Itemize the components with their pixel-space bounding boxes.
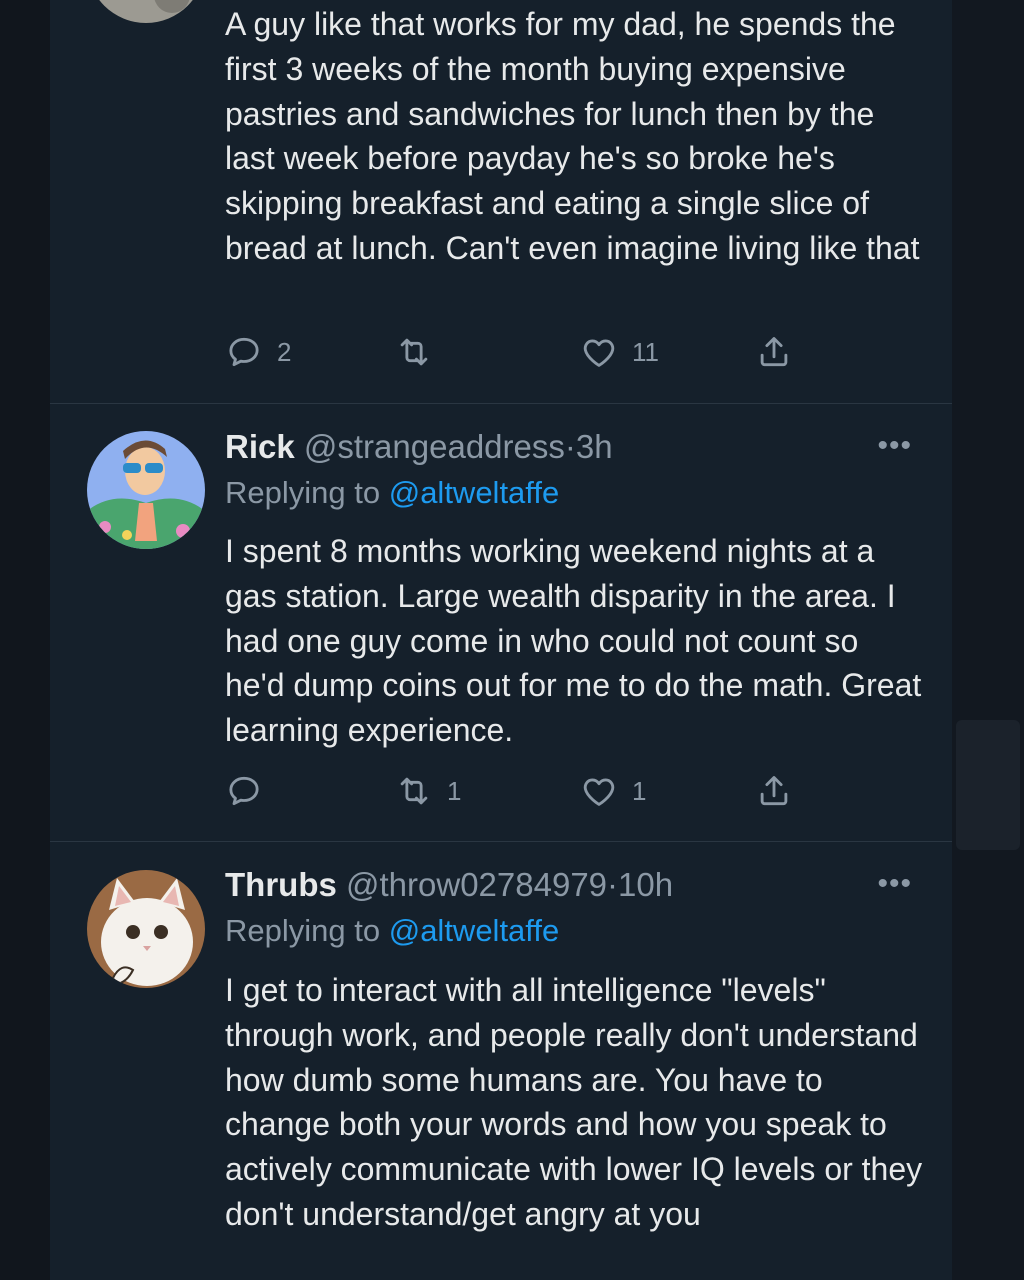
- author-handle[interactable]: @strangeaddress: [304, 428, 565, 465]
- replying-prefix: Replying to: [225, 913, 389, 948]
- share-button[interactable]: [755, 330, 793, 374]
- separator-dot: ·: [564, 428, 576, 465]
- tweet-item[interactable]: A guy like that works for my dad, he spe…: [50, 0, 952, 404]
- tweet-feed: A guy like that works for my dad, he spe…: [50, 0, 952, 1280]
- background-card: [956, 720, 1020, 850]
- replying-prefix: Replying to: [225, 475, 389, 510]
- heart-icon: [583, 339, 615, 367]
- like-button[interactable]: 1: [580, 769, 646, 813]
- retweet-button[interactable]: [395, 330, 447, 374]
- tweet-text: I spent 8 months working weekend nights …: [225, 533, 922, 749]
- ellipsis-icon[interactable]: •••: [877, 869, 912, 899]
- like-count: 11: [632, 336, 659, 367]
- avatar-image: [87, 431, 205, 549]
- background-right-panel: [952, 0, 1024, 1280]
- tweet-time[interactable]: 10h: [618, 866, 673, 903]
- mention-link[interactable]: @altweltaffe: [389, 475, 560, 510]
- share-upload-icon: [760, 337, 788, 367]
- retweet-button[interactable]: 1: [395, 769, 461, 813]
- retweet-count: 1: [447, 775, 462, 806]
- tweet-actions: 2 11: [225, 330, 825, 374]
- tweet-item[interactable]: Thrubs @throw02784979·10h ••• Replying t…: [50, 841, 952, 1280]
- tweet-time[interactable]: 3h: [576, 428, 613, 465]
- retweet-arrows-icon: [400, 338, 428, 366]
- replying-to: Replying to @altweltaffe: [225, 911, 559, 951]
- avatar-image: [87, 0, 205, 23]
- speech-bubble-icon: [229, 776, 259, 806]
- reply-count: 2: [277, 336, 292, 367]
- tweet-actions: 1 1: [225, 769, 825, 813]
- tweet-item[interactable]: Rick @strangeaddress·3h ••• Replying to …: [50, 403, 952, 842]
- like-count: 1: [632, 775, 647, 806]
- tweet-header: Rick @strangeaddress·3h: [225, 427, 613, 467]
- avatar-image: [87, 870, 205, 988]
- share-upload-icon: [760, 776, 788, 806]
- tweet-header: Thrubs @throw02784979·10h: [225, 865, 673, 905]
- retweet-arrows-icon: [400, 777, 428, 805]
- avatar[interactable]: [87, 0, 205, 23]
- tweet-text: A guy like that works for my dad, he spe…: [225, 6, 920, 266]
- heart-icon: [583, 778, 615, 806]
- ellipsis-icon[interactable]: •••: [877, 431, 912, 461]
- avatar[interactable]: [87, 870, 205, 988]
- author-name[interactable]: Rick: [225, 428, 295, 465]
- tweet-text: I get to interact with all intelligence …: [225, 972, 923, 1232]
- avatar[interactable]: [87, 431, 205, 549]
- author-name[interactable]: Thrubs: [225, 866, 337, 903]
- author-handle[interactable]: @throw02784979: [346, 866, 607, 903]
- share-button[interactable]: [755, 769, 793, 813]
- like-button[interactable]: 11: [580, 330, 659, 374]
- speech-bubble-icon: [229, 337, 259, 367]
- reply-button[interactable]: 2: [225, 330, 291, 374]
- background-left-panel: [0, 0, 50, 1280]
- replying-to: Replying to @altweltaffe: [225, 473, 559, 513]
- separator-dot: ·: [607, 866, 619, 903]
- reply-button[interactable]: [225, 769, 277, 813]
- mention-link[interactable]: @altweltaffe: [389, 913, 560, 948]
